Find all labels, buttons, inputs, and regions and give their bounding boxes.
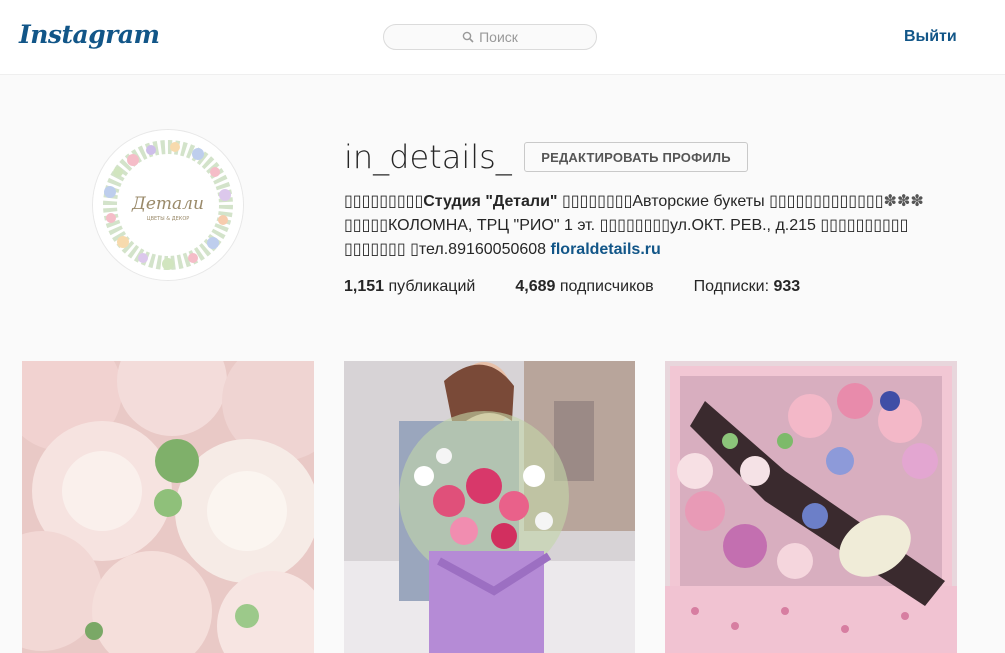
posts-label: публикаций (384, 278, 476, 295)
edit-profile-button[interactable]: РЕДАКТИРОВАТЬ ПРОФИЛЬ (524, 142, 748, 172)
followers-label: подписчиков (555, 278, 654, 295)
bio-phone: ▯▯▯▯▯▯▯ ▯тел.89160050608 (344, 241, 551, 258)
bouquet-photo (344, 361, 635, 653)
search-input[interactable]: Поиск (383, 24, 597, 50)
followers-number: 4,689 (515, 278, 556, 295)
bio-flower-emoji: ✽✽✽ (883, 193, 924, 210)
followers-count[interactable]: 4,689 подписчиков (515, 278, 653, 296)
profile-stats: 1,151 публикаций 4,689 подписчиков Подпи… (344, 278, 840, 296)
search-icon (462, 31, 474, 43)
profile-avatar[interactable]: Детали ЦВЕТЫ & ДЕКОР (92, 129, 244, 281)
flower-box-photo (665, 361, 957, 653)
top-navigation-bar: Instagram Поиск Выйти (0, 0, 1005, 75)
profile-username: in_details_ (344, 138, 512, 176)
avatar-logo-subtext: ЦВЕТЫ & ДЕКОР (147, 216, 190, 222)
ranunculus-photo (22, 361, 314, 653)
bio-website-link[interactable]: floraldetails.ru (551, 241, 661, 258)
following-label: Подписки: (693, 278, 774, 295)
bio-glyphs: ▯▯▯▯▯▯▯▯▯ (344, 193, 424, 210)
following-count[interactable]: Подписки: 933 (694, 278, 801, 296)
logout-link[interactable]: Выйти (904, 28, 957, 46)
posts-number: 1,151 (344, 278, 385, 295)
bio-studio-name: Студия "Детали" (423, 193, 558, 210)
post-thumbnail-1[interactable] (22, 361, 314, 653)
post-thumbnail-2[interactable] (344, 361, 635, 653)
profile-bio: ▯▯▯▯▯▯▯▯▯Студия "Детали" ▯▯▯▯▯▯▯▯Авторск… (344, 190, 944, 262)
bio-line-1: ▯▯▯▯▯▯▯▯▯Студия "Детали" ▯▯▯▯▯▯▯▯Авторск… (344, 190, 944, 214)
bio-text: ▯▯▯▯▯▯▯▯Авторские букеты ▯▯▯▯▯▯▯▯▯▯▯▯▯ (557, 193, 884, 210)
floral-wreath-logo: Детали ЦВЕТЫ & ДЕКОР (93, 130, 243, 280)
avatar-logo-text: Детали (131, 194, 204, 214)
posts-count: 1,151 публикаций (344, 278, 475, 296)
post-thumbnail-3[interactable] (665, 361, 957, 653)
instagram-logo[interactable]: Instagram (19, 20, 160, 49)
bio-line-2: ▯▯▯▯▯КОЛОМНА, ТРЦ "РИО" 1 эт. ▯▯▯▯▯▯▯▯ул… (344, 217, 909, 234)
following-number: 933 (773, 278, 801, 295)
bio-line-3: ▯▯▯▯▯▯▯ ▯тел.89160050608 floraldetails.r… (344, 238, 944, 262)
search-placeholder: Поиск (479, 29, 518, 45)
